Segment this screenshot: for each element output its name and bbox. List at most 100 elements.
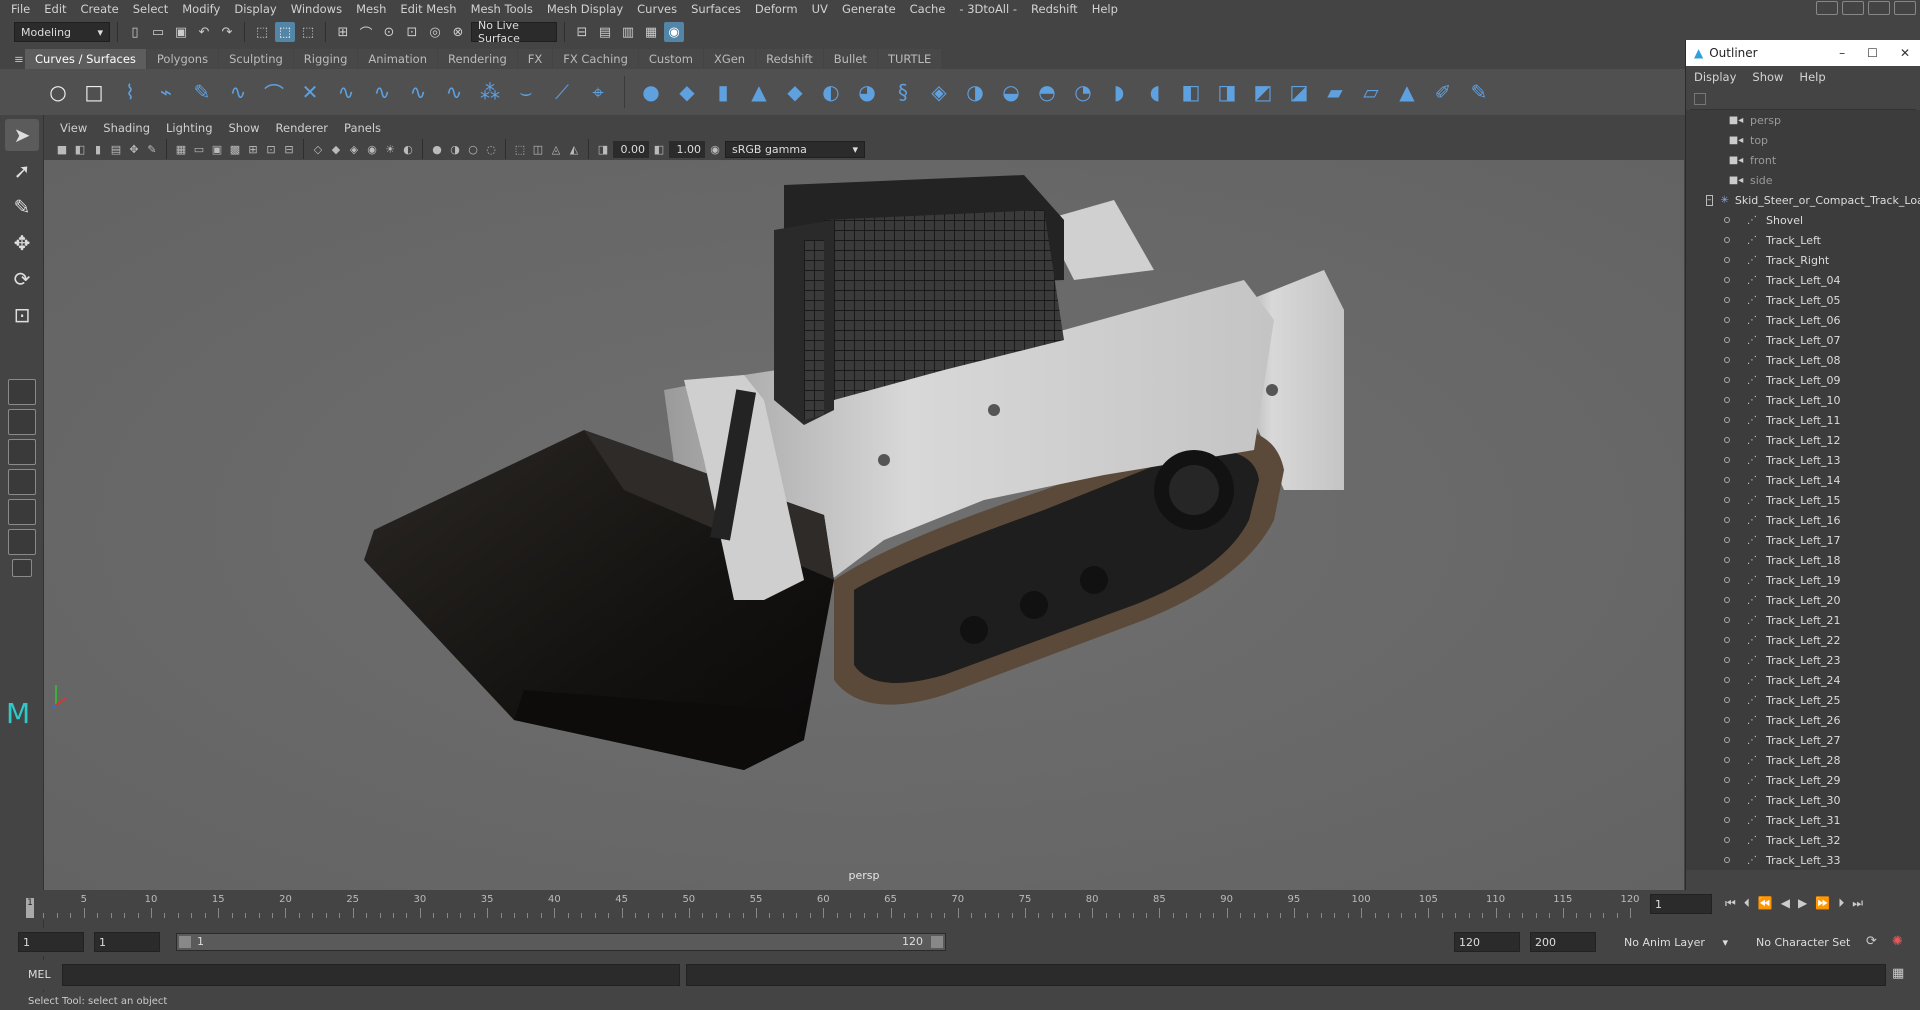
tab-redshift[interactable]: Redshift	[756, 49, 823, 69]
film-gate-icon[interactable]: ▭	[191, 141, 207, 157]
menu-set-dropdown[interactable]: Modeling ▾	[14, 22, 110, 42]
outliner-child-item[interactable]: ⋰ Track_Left_22	[1686, 630, 1920, 650]
offset-surface-icon[interactable]: ▱	[1357, 78, 1385, 106]
current-frame-field[interactable]: 1	[1650, 894, 1712, 914]
extrude-icon[interactable]: ◑	[961, 78, 989, 106]
outliner-persp-layout-icon[interactable]	[8, 529, 36, 555]
arc-icon[interactable]: ⌒	[260, 78, 288, 106]
safe-action-icon[interactable]: ⊡	[263, 141, 279, 157]
outliner-child-item[interactable]: ⋰ Track_Left_19	[1686, 570, 1920, 590]
birail-icon[interactable]: ◒	[997, 78, 1025, 106]
outliner-child-item[interactable]: ⋰ Track_Left_16	[1686, 510, 1920, 530]
scale-tool-icon[interactable]: ⊡	[5, 299, 39, 331]
exposure-icon[interactable]: ◨	[595, 141, 611, 157]
insert-knot-icon[interactable]: ∿	[368, 78, 396, 106]
playback-end-field[interactable]: 120	[1454, 932, 1520, 952]
boundary-icon[interactable]: ◓	[1033, 78, 1061, 106]
ep-curve-icon[interactable]: ⌇	[116, 78, 144, 106]
tab-turtle[interactable]: TURTLE	[877, 49, 942, 69]
gamma-field[interactable]: 1.00	[669, 140, 705, 158]
intersect-icon[interactable]: ◧	[1177, 78, 1205, 106]
workspace-icon[interactable]	[1816, 1, 1838, 15]
outliner-child-item[interactable]: ⋰ Track_Left_32	[1686, 830, 1920, 850]
playback-start-field[interactable]: 1	[94, 932, 160, 952]
anim-layer-dropdown[interactable]: No Anim Layer ▾	[1620, 932, 1732, 952]
outliner-child-item[interactable]: ⋰ Track_Right	[1686, 250, 1920, 270]
animation-prefs-icon[interactable]: ✺	[1892, 934, 1903, 949]
panel-icon[interactable]	[1868, 1, 1890, 15]
depth-of-field-icon[interactable]: ◌	[483, 141, 499, 157]
menu-help[interactable]: Help	[1085, 2, 1125, 16]
live-surface-field[interactable]: No Live Surface	[471, 19, 557, 45]
use-all-lights-icon[interactable]: ☀	[382, 141, 398, 157]
rebuild-surface-icon[interactable]: ▲	[1393, 78, 1421, 106]
range-bar[interactable]: 1 120	[176, 933, 946, 951]
color-management-icon[interactable]: ◉	[707, 141, 723, 157]
outliner-child-item[interactable]: ⋰ Track_Left_08	[1686, 350, 1920, 370]
surface-editing-icon[interactable]: ✎	[1465, 78, 1493, 106]
save-scene-icon[interactable]: ▣	[171, 22, 191, 42]
outliner-search-bar[interactable]	[1690, 88, 1916, 110]
select-camera-icon[interactable]: ■	[54, 141, 70, 157]
nurbs-sphere-icon[interactable]: ●	[637, 78, 665, 106]
outliner-camera-side[interactable]: ■◂ side	[1686, 170, 1920, 190]
outliner-child-item[interactable]: ⋰ Track_Left_05	[1686, 290, 1920, 310]
play-backwards-icon[interactable]: ◀	[1781, 896, 1790, 911]
field-chart-icon[interactable]: ⊞	[245, 141, 261, 157]
isolate-select-icon[interactable]: ⬚	[512, 141, 528, 157]
menu-display[interactable]: Display	[227, 2, 283, 16]
character-set-dropdown[interactable]: No Character Set	[1752, 932, 1864, 952]
screen-space-ao-icon[interactable]: ●	[429, 141, 445, 157]
bookmark-icon[interactable]: ▮	[90, 141, 106, 157]
script-language-label[interactable]: MEL	[28, 968, 51, 981]
outliner-child-item[interactable]: ⋰ Track_Left_27	[1686, 730, 1920, 750]
image-plane-icon[interactable]: ▤	[108, 141, 124, 157]
tab-curves-surfaces[interactable]: Curves / Surfaces	[25, 49, 146, 69]
snap-view-icon[interactable]: ⊡	[402, 22, 422, 42]
perspective-viewport[interactable]: persp	[44, 160, 1684, 890]
panel-menu-shading[interactable]: Shading	[95, 121, 158, 135]
layout-icon[interactable]	[1842, 1, 1864, 15]
wireframe-icon[interactable]: ◇	[310, 141, 326, 157]
grease-pencil-icon[interactable]: ✎	[144, 141, 160, 157]
outliner-child-item[interactable]: ⋰ Shovel	[1686, 210, 1920, 230]
menu-edit[interactable]: Edit	[37, 2, 73, 16]
minimize-icon[interactable]: –	[1839, 46, 1845, 60]
menu-cache[interactable]: Cache	[903, 2, 953, 16]
tab-bullet[interactable]: Bullet	[823, 49, 877, 69]
textured-icon[interactable]: ◉	[364, 141, 380, 157]
nurbs-circle-icon[interactable]: ○	[44, 78, 72, 106]
menu-create[interactable]: Create	[74, 2, 126, 16]
resolution-gate-icon[interactable]: ▣	[209, 141, 225, 157]
menu-mesh-display[interactable]: Mesh Display	[540, 2, 630, 16]
shelf-menu-icon[interactable]: ≡	[4, 49, 24, 69]
xray-active-icon[interactable]: ◭	[566, 141, 582, 157]
render-settings-icon[interactable]: ⊟	[572, 22, 592, 42]
outliner-camera-top[interactable]: ■◂ top	[1686, 130, 1920, 150]
insert-isoparm-icon[interactable]: ▰	[1321, 78, 1349, 106]
step-back-key-icon[interactable]: ⏪	[1758, 896, 1773, 911]
outliner-root-group[interactable]: – ✳ Skid_Steer_or_Compact_Track_Loader	[1686, 190, 1920, 210]
menu-mesh[interactable]: Mesh	[349, 2, 393, 16]
undo-icon[interactable]: ↶	[194, 22, 214, 42]
maximize-icon[interactable]: ☐	[1867, 46, 1878, 60]
shadows-icon[interactable]: ◐	[400, 141, 416, 157]
animation-start-field[interactable]: 1	[18, 932, 84, 952]
hypershade-icon[interactable]: ◉	[664, 22, 684, 42]
outliner-child-item[interactable]: ⋰ Track_Left_21	[1686, 610, 1920, 630]
bezier-tool-icon[interactable]: ⌖	[584, 78, 612, 106]
outliner-child-item[interactable]: ⋰ Track_Left_15	[1686, 490, 1920, 510]
time-slider-track[interactable]: 5 10 15 20 25 30 35 40 45 50 55 60 65 70 75 80 85 90 95 100…	[26, 892, 1640, 918]
menu-uv[interactable]: UV	[805, 2, 835, 16]
paint-select-tool-icon[interactable]: ✎	[5, 191, 39, 223]
add-points-icon[interactable]: ⌣	[512, 78, 540, 106]
render-view-icon[interactable]: ▦	[641, 22, 661, 42]
wireframe-on-shaded-icon[interactable]: ◈	[346, 141, 362, 157]
snap-surface-icon[interactable]: ◎	[425, 22, 445, 42]
step-forward-frame-icon[interactable]: ⏵	[1838, 896, 1844, 911]
menu-3dtoall[interactable]: - 3DtoAll -	[952, 2, 1024, 16]
move-tool-icon[interactable]: ✥	[5, 227, 39, 259]
select-hierarchy-icon[interactable]: ⬚	[252, 22, 272, 42]
menu-edit-mesh[interactable]: Edit Mesh	[393, 2, 463, 16]
nurbs-torus-icon[interactable]: ◐	[817, 78, 845, 106]
